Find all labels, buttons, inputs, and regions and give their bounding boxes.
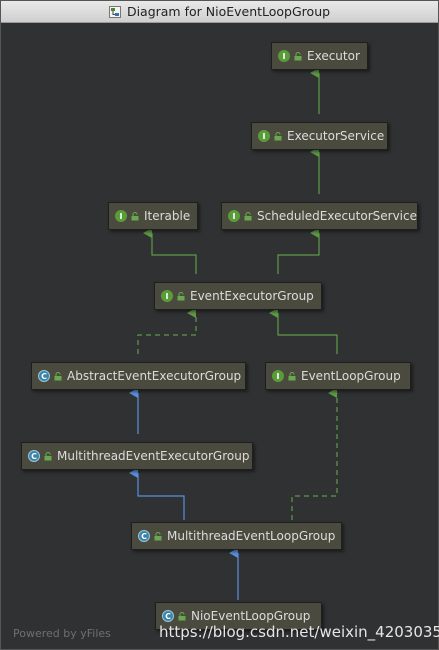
interface-icon: I [278,50,290,62]
interface-icon: I [161,290,173,302]
class-icon: C [138,530,150,542]
interface-icon: I [115,210,127,222]
node-label: NioEventLoopGroup [191,609,311,623]
diagram-canvas[interactable]: I Executor I ExecutorService I Iterable … [2,23,438,649]
watermark-text: https://blog.csdn.net/weixin_42030357 [159,623,439,641]
window-title: Diagram for NioEventLoopGroup [126,4,331,19]
node-abstract-event-executor-group[interactable]: C AbstractEventExecutorGroup [31,362,246,390]
node-iterable[interactable]: I Iterable [108,202,198,230]
node-label: ScheduledExecutorService [257,209,417,223]
class-icon: C [38,370,50,382]
lock-icon [178,611,186,620]
node-event-loop-group[interactable]: I EventLoopGroup [265,362,411,390]
edge-multithreadloop-multithreadexecutor [129,468,185,520]
diagram-window: Diagram for NioEventLoopGroup I Executor… [0,0,439,650]
node-label: MultithreadEventExecutorGroup [57,449,250,463]
node-scheduled-executor-service[interactable]: I ScheduledExecutorService [221,202,418,230]
diagram-icon [108,5,121,18]
node-label: MultithreadEventLoopGroup [167,529,336,543]
edge-abstract-eventexecutorgroup [137,308,197,354]
node-label: Executor [307,49,360,63]
lock-icon [54,371,62,380]
node-executor[interactable]: I Executor [271,42,368,70]
node-multithread-event-executor-group[interactable]: C MultithreadEventExecutorGroup [21,442,253,470]
node-multithread-event-loop-group[interactable]: C MultithreadEventLoopGroup [131,522,342,550]
lock-icon [44,451,52,460]
lock-icon [274,131,282,140]
node-label: Iterable [144,209,191,223]
node-event-executor-group[interactable]: I EventExecutorGroup [154,282,322,310]
lock-icon [294,51,302,60]
powered-by-label: Powered by yFiles [13,627,111,640]
lock-icon [177,291,185,300]
title-bar: Diagram for NioEventLoopGroup [1,1,438,23]
edge-eventexecutorgroup-scheduled [277,228,320,274]
interface-icon: I [228,210,240,222]
node-label: EventLoopGroup [301,369,401,383]
lock-icon [154,531,162,540]
edge-eventexecutorgroup-iterable [143,228,197,274]
lock-icon [244,211,252,220]
edge-multithreadloop-eventloopgroup [291,388,338,520]
node-executor-service[interactable]: I ExecutorService [251,122,388,150]
class-icon: C [28,450,40,462]
node-label: ExecutorService [287,129,385,143]
node-label: AbstractEventExecutorGroup [67,369,242,383]
edges-layer [129,68,338,600]
interface-icon: I [272,370,284,382]
lock-icon [288,371,296,380]
class-icon: C [162,610,174,622]
node-label: EventExecutorGroup [190,289,314,303]
interface-icon: I [258,130,270,142]
edge-eventloopgroup-eventexecutorgroup [269,308,338,354]
lock-icon [131,211,139,220]
